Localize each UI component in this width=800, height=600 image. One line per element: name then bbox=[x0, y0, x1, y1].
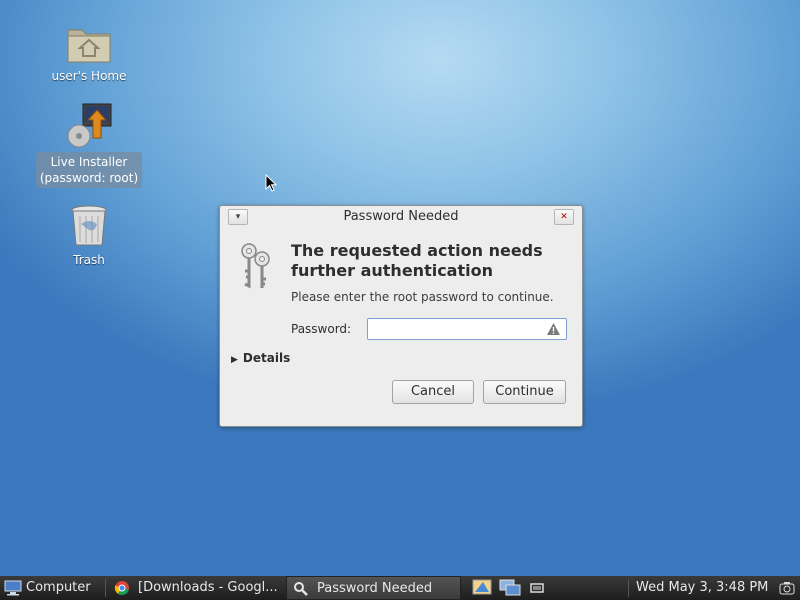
desktop-icon-label: Trash bbox=[73, 253, 105, 267]
label-line-2: (password: root) bbox=[39, 171, 139, 185]
computer-icon bbox=[4, 580, 22, 596]
window-list-icon[interactable] bbox=[530, 582, 546, 596]
password-field[interactable] bbox=[367, 318, 567, 340]
close-icon: ✕ bbox=[560, 212, 568, 222]
camera-icon[interactable] bbox=[779, 581, 795, 595]
chrome-icon bbox=[114, 581, 129, 595]
clock[interactable]: Wed May 3, 3:48 PM bbox=[636, 576, 768, 600]
taskbar: Computer [Downloads - Googl... Password … bbox=[0, 576, 800, 600]
details-label: Details bbox=[242, 351, 291, 365]
taskbar-separator bbox=[105, 579, 106, 597]
dialog-title: Password Needed bbox=[343, 209, 459, 224]
headline-line-2: further authentication bbox=[291, 261, 493, 280]
details-expander[interactable]: ▶ Details bbox=[231, 351, 290, 365]
home-folder-icon bbox=[67, 29, 111, 63]
desktop-icon-label: user's Home bbox=[51, 69, 127, 83]
computer-menu-button[interactable]: Computer bbox=[0, 576, 104, 600]
close-button[interactable]: ✕ bbox=[554, 209, 574, 225]
taskbar-window-downloads[interactable]: [Downloads - Googl... bbox=[108, 576, 283, 600]
dialog-subtext: Please enter the root password to contin… bbox=[291, 290, 554, 304]
taskbar-window-password-needed[interactable]: Password Needed bbox=[286, 576, 461, 600]
password-label: Password: bbox=[291, 322, 352, 336]
taskbar-separator bbox=[628, 579, 629, 597]
desktop-icon-label: Live Installer (password: root) bbox=[35, 152, 143, 188]
network-icon[interactable] bbox=[498, 578, 522, 598]
magnifier-key-icon bbox=[294, 582, 308, 596]
label-line-1: Live Installer bbox=[50, 155, 128, 169]
taskbar-window-label: [Downloads - Googl... bbox=[138, 580, 278, 595]
desktop-icon-trash[interactable]: Trash bbox=[29, 204, 149, 270]
taskbar-window-label: Password Needed bbox=[317, 581, 433, 596]
computer-menu-label: Computer bbox=[26, 580, 91, 595]
desktop-icon-live-installer[interactable]: Live Installer (password: root) bbox=[29, 102, 149, 188]
headline-line-1: The requested action needs bbox=[291, 241, 543, 260]
mouse-cursor-icon bbox=[265, 174, 277, 192]
installer-icon bbox=[67, 103, 112, 148]
cancel-button[interactable]: Cancel bbox=[392, 380, 474, 404]
password-dialog: ▾ Password Needed ✕ The requested action… bbox=[219, 205, 583, 427]
expand-triangle-icon: ▶ bbox=[231, 355, 238, 365]
dialog-titlebar[interactable]: ▾ Password Needed ✕ bbox=[220, 206, 582, 228]
keys-icon bbox=[241, 243, 270, 289]
trash-icon bbox=[71, 205, 107, 246]
desktop-switcher-icon[interactable] bbox=[472, 578, 496, 598]
dialog-headline: The requested action needs further authe… bbox=[291, 241, 571, 281]
desktop-icon-home[interactable]: user's Home bbox=[29, 22, 149, 86]
caps-lock-warning-icon bbox=[547, 323, 560, 335]
continue-button[interactable]: Continue bbox=[483, 380, 566, 404]
